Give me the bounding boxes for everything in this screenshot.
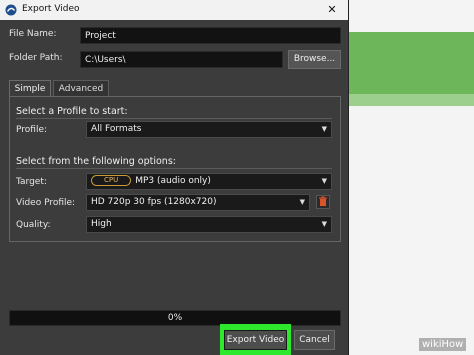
profile-select[interactable]: All Formats ▼	[86, 121, 332, 138]
title-bar: Export Video ✕	[0, 0, 348, 20]
window-title: Export Video	[22, 4, 80, 14]
chevron-down-icon: ▼	[321, 177, 327, 185]
profile-label: Profile:	[16, 125, 48, 135]
close-icon[interactable]: ✕	[322, 2, 342, 18]
target-select[interactable]: CPU MP3 (audio only) ▼	[86, 173, 332, 190]
folder-path-input[interactable]: C:\Users\	[80, 51, 283, 68]
chevron-down-icon: ▼	[321, 220, 327, 228]
background-app-banner-lower	[348, 94, 474, 106]
video-profile-select[interactable]: HD 720p 30 fps (1280x720) ▼	[86, 194, 310, 211]
progress-text: 0%	[167, 313, 183, 323]
tab-simple[interactable]: Simple	[9, 80, 51, 97]
export-video-button[interactable]: Export Video	[224, 330, 287, 350]
openshot-icon	[5, 4, 17, 16]
export-video-dialog: Export Video ✕ File Name: Project Folder…	[0, 0, 349, 355]
divider	[16, 168, 332, 169]
folder-path-label: Folder Path:	[9, 53, 63, 63]
wikihow-watermark: wikiHow	[419, 338, 467, 351]
target-label: Target:	[16, 177, 47, 187]
export-button-highlight: Export Video	[220, 324, 291, 355]
video-profile-select-value: HD 720p 30 fps (1280x720)	[91, 197, 217, 207]
quality-select[interactable]: High ▼	[86, 216, 332, 233]
profile-select-value: All Formats	[91, 124, 142, 134]
options-section-title: Select from the following options:	[16, 156, 176, 167]
export-progress-bar: 0%	[9, 310, 341, 326]
quality-select-value: High	[91, 219, 112, 229]
cpu-badge: CPU	[91, 175, 132, 186]
profile-section-title: Select a Profile to start:	[16, 106, 128, 117]
trash-icon[interactable]	[316, 195, 330, 209]
chevron-down-icon: ▼	[299, 198, 305, 206]
background-app-banner	[348, 32, 474, 94]
tab-advanced[interactable]: Advanced	[53, 80, 109, 97]
video-profile-label: Video Profile:	[16, 198, 76, 208]
browse-button[interactable]: Browse...	[288, 50, 341, 69]
divider	[16, 118, 332, 119]
chevron-down-icon: ▼	[321, 125, 327, 133]
quality-label: Quality:	[16, 220, 51, 230]
file-name-input[interactable]: Project	[80, 27, 341, 44]
file-name-label: File Name:	[9, 29, 57, 39]
cancel-button[interactable]: Cancel	[294, 330, 335, 350]
target-select-value: MP3 (audio only)	[135, 176, 211, 186]
